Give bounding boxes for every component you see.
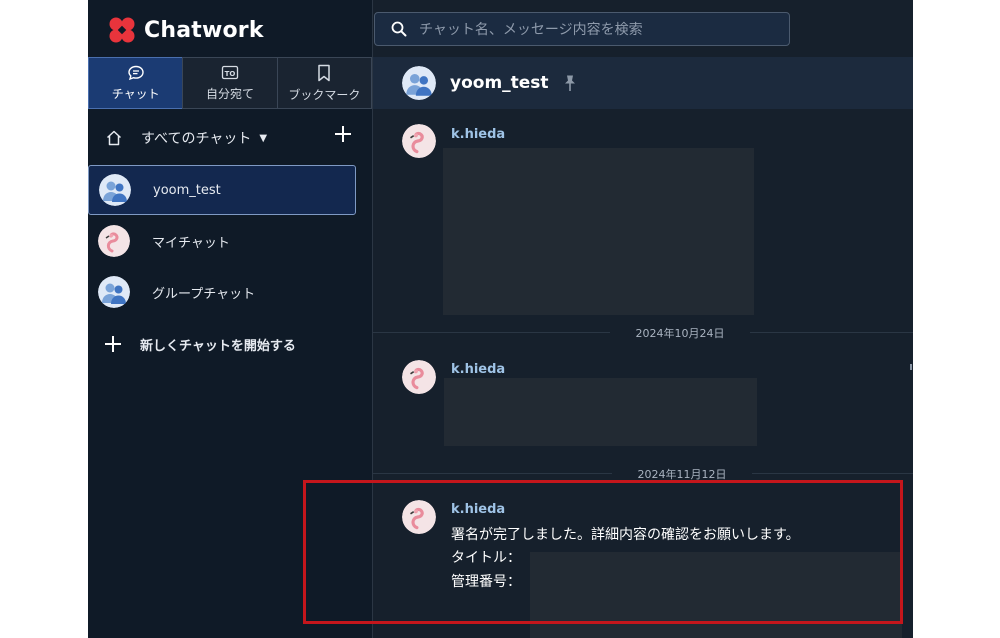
svg-text:TO: TO bbox=[225, 70, 236, 78]
room-item-my-chat[interactable]: マイチャット bbox=[88, 216, 372, 266]
bookmark-icon bbox=[318, 64, 331, 81]
new-chat-button[interactable]: 新しくチャットを開始する bbox=[88, 328, 372, 360]
tab-chat[interactable]: チャット bbox=[88, 57, 184, 109]
room-name: yoom_test bbox=[153, 182, 221, 198]
message-sender[interactable]: k.hieda bbox=[451, 127, 505, 142]
room-name: グループチャット bbox=[152, 286, 256, 302]
app-name: Chatwork bbox=[144, 17, 264, 43]
redacted-content bbox=[443, 148, 754, 315]
pin-icon[interactable] bbox=[563, 74, 577, 92]
chevron-down-icon[interactable]: ▼ bbox=[259, 133, 267, 144]
to-icon: TO bbox=[221, 65, 239, 79]
search-icon bbox=[391, 21, 407, 37]
chat-filter[interactable]: すべてのチャット ▼ bbox=[88, 122, 372, 154]
search-placeholder: チャット名、メッセージ内容を検索 bbox=[419, 22, 643, 38]
home-icon bbox=[106, 130, 122, 146]
annotation-highlight-box bbox=[303, 480, 903, 624]
group-avatar-icon bbox=[99, 174, 131, 206]
room-header: yoom_test bbox=[373, 57, 913, 109]
tab-bookmarks[interactable]: ブックマーク bbox=[276, 57, 372, 109]
room-item-yoom-test[interactable]: yoom_test bbox=[88, 165, 356, 215]
tab-chat-label: チャット bbox=[111, 86, 160, 101]
tab-mentions[interactable]: TO 自分宛て bbox=[182, 57, 278, 109]
search-input[interactable]: チャット名、メッセージ内容を検索 bbox=[374, 12, 790, 46]
sidebar-tabs: チャット TO 自分宛て ブックマーク bbox=[88, 57, 372, 109]
redacted-content bbox=[444, 378, 757, 446]
message-sender[interactable]: k.hieda bbox=[451, 362, 505, 377]
date-separator: 2024年10月24日 bbox=[610, 325, 750, 341]
room-title: yoom_test bbox=[450, 73, 549, 93]
group-avatar-icon[interactable] bbox=[402, 66, 436, 100]
message-item: k.hieda bbox=[373, 124, 913, 324]
message-item: k.hieda bbox=[373, 360, 913, 460]
tab-mentions-label: 自分宛て bbox=[205, 86, 254, 101]
flamingo-avatar-icon bbox=[98, 225, 130, 257]
flamingo-avatar-icon[interactable] bbox=[402, 360, 436, 394]
room-item-group-chat[interactable]: グループチャット bbox=[88, 267, 372, 317]
add-chat-icon[interactable] bbox=[333, 124, 353, 144]
chat-bubble-icon bbox=[127, 65, 144, 80]
group-avatar-icon bbox=[98, 276, 130, 308]
plus-icon bbox=[105, 336, 121, 352]
room-name: マイチャット bbox=[152, 235, 230, 251]
chat-filter-label: すべてのチャット bbox=[141, 131, 252, 147]
chatwork-logo-icon bbox=[109, 17, 135, 43]
flamingo-avatar-icon[interactable] bbox=[402, 124, 436, 158]
new-chat-label: 新しくチャットを開始する bbox=[140, 338, 296, 354]
app-logo[interactable]: Chatwork bbox=[106, 14, 264, 46]
scrollbar-thumb[interactable] bbox=[910, 364, 912, 370]
tab-bookmarks-label: ブックマーク bbox=[288, 87, 361, 102]
